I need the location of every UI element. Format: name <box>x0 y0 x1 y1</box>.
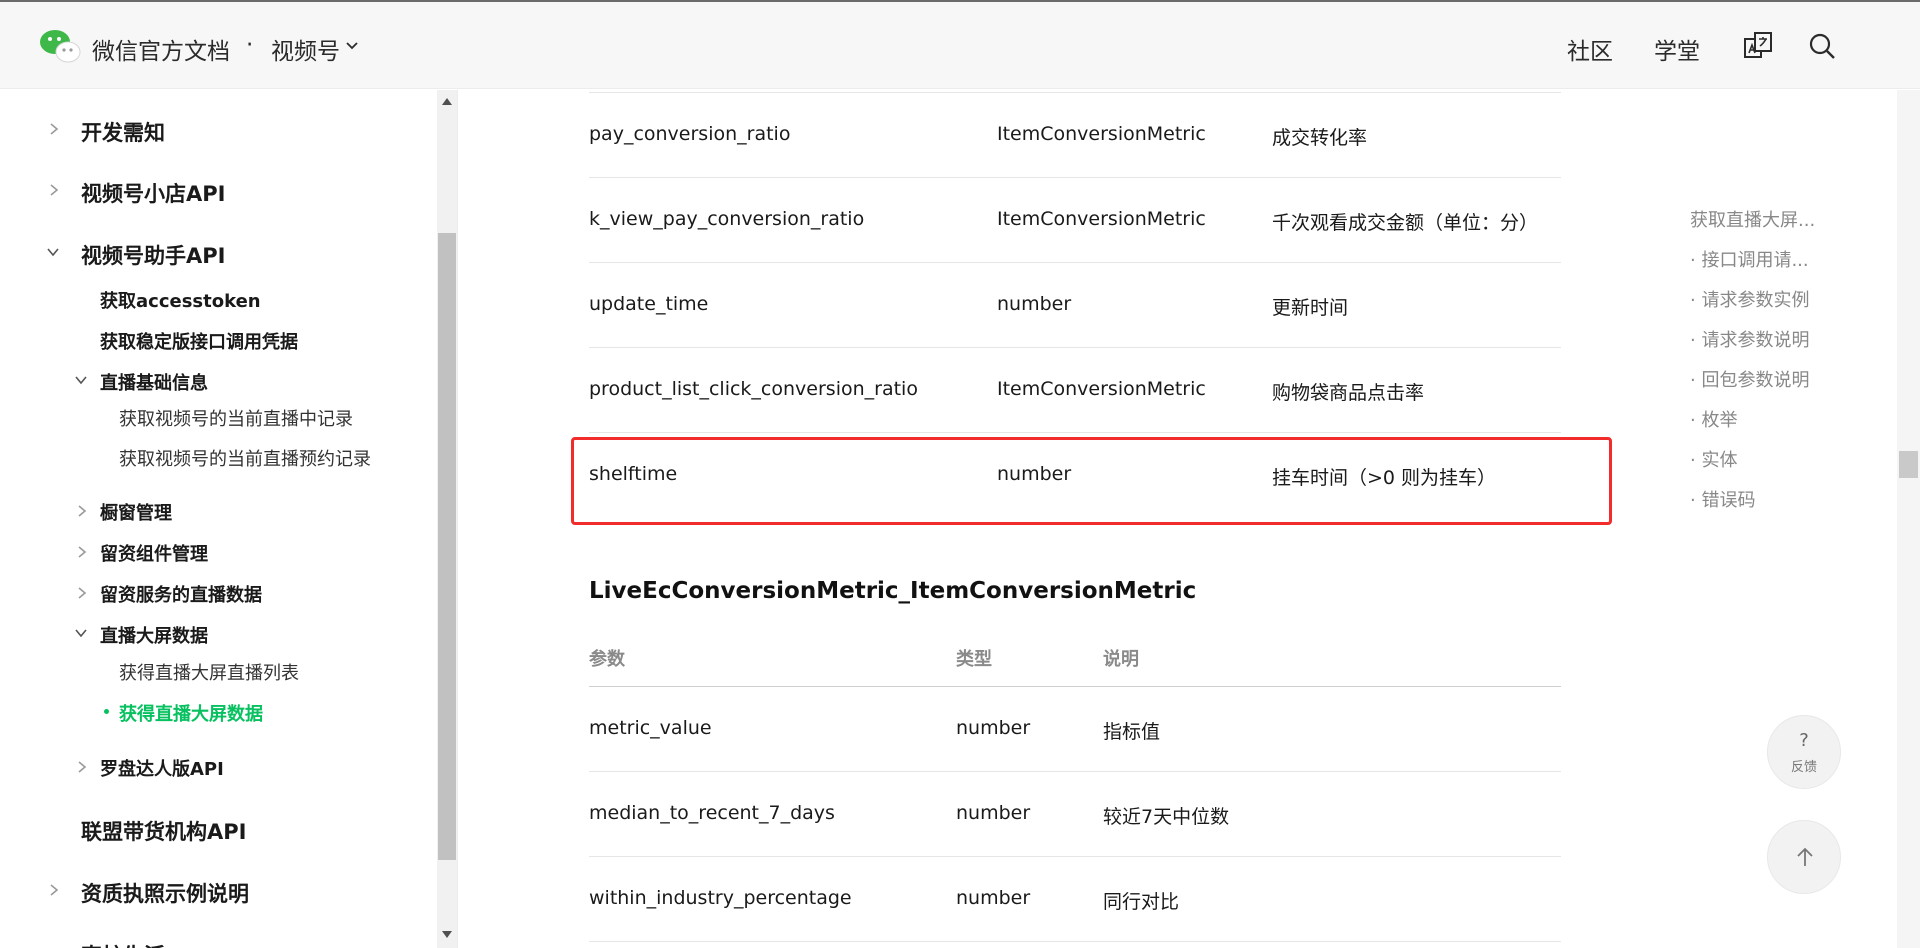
param-name: metric_value <box>589 717 712 739</box>
row-divider <box>589 941 1561 942</box>
sidebar-item-live-current[interactable]: 获取视频号的当前直播中记录 <box>119 405 353 431</box>
param-type: number <box>956 717 1031 739</box>
sidebar-item-local-life[interactable]: 直桩生活 <box>81 940 165 948</box>
param-desc: 购物袋商品点击率 <box>1272 382 1425 404</box>
param-type: number <box>997 293 1072 315</box>
sidebar-item-bigscreen-data[interactable]: 获得直播大屏数据 <box>119 700 263 726</box>
sidebar-item-leads-live-data[interactable]: 留资服务的直播数据 <box>100 581 262 607</box>
toc-item[interactable]: 获取直播大屏... <box>1690 206 1815 232</box>
sidebar-item-compass-api[interactable]: 罗盘达人版API <box>100 755 224 781</box>
sidebar-divider <box>457 90 458 948</box>
sidebar-item-stable-token[interactable]: 获取稳定版接口调用凭据 <box>100 328 298 354</box>
search-icon[interactable] <box>1806 30 1838 62</box>
sidebar-item-live-reserve[interactable]: 获取视频号的当前直播预约记录 <box>119 445 371 471</box>
param-type: number <box>956 887 1031 909</box>
table-header-desc: 说明 <box>1103 649 1139 670</box>
param-desc: 成交转化率 <box>1272 127 1368 149</box>
param-name: pay_conversion_ratio <box>589 123 791 145</box>
sidebar-item-shop-api[interactable]: 视频号小店API <box>81 178 225 208</box>
param-name: product_list_click_conversion_ratio <box>589 378 918 400</box>
chevron-right-icon[interactable] <box>47 883 61 897</box>
row-divider <box>589 432 1561 433</box>
param-desc: 同行对比 <box>1103 891 1180 913</box>
param-desc: 较近7天中位数 <box>1103 806 1230 828</box>
wechat-logo-icon[interactable] <box>38 28 82 64</box>
param-desc: 指标值 <box>1103 721 1161 743</box>
toc-item[interactable]: · 回包参数说明 <box>1690 366 1809 392</box>
header-divider <box>589 686 1561 687</box>
product-switcher[interactable]: 视频号 <box>271 32 340 66</box>
scroll-up-icon[interactable] <box>441 96 453 106</box>
chevron-right-icon[interactable] <box>47 183 61 197</box>
sidebar-scroll-thumb[interactable] <box>438 233 456 860</box>
toc-item[interactable]: · 请求参数实例 <box>1690 286 1809 312</box>
param-name: within_industry_percentage <box>589 887 852 909</box>
param-name: update_time <box>589 293 709 315</box>
param-type: ItemConversionMetric <box>997 123 1206 145</box>
highlight-annotation-box <box>571 437 1612 525</box>
row-divider <box>589 177 1561 178</box>
active-dot <box>104 709 109 714</box>
page-scrollbar[interactable] <box>1897 90 1920 948</box>
chevron-down-icon[interactable] <box>74 626 88 640</box>
param-type: ItemConversionMetric <box>997 208 1206 230</box>
row-divider <box>589 771 1561 772</box>
sidebar-item-accesstoken[interactable]: 获取accesstoken <box>100 287 261 313</box>
chevron-down-icon[interactable] <box>46 245 60 259</box>
chevron-right-icon[interactable] <box>75 545 89 559</box>
sidebar-item-assistant-api[interactable]: 视频号助手API <box>81 240 225 270</box>
sidebar-item-leads-component[interactable]: 留资组件管理 <box>100 540 208 566</box>
row-divider <box>589 347 1561 348</box>
feedback-label: 反馈 <box>1790 760 1817 775</box>
top-header: 微信官方文档 · 视频号 社区 学堂 <box>0 0 1920 89</box>
scroll-down-icon[interactable] <box>441 930 453 940</box>
chevron-down-icon[interactable] <box>344 38 360 54</box>
toc-item[interactable]: · 错误码 <box>1690 486 1755 512</box>
toc-item[interactable]: · 枚举 <box>1690 406 1737 432</box>
feedback-button[interactable]: ? 反馈 <box>1767 715 1841 789</box>
toc-item[interactable]: · 接口调用请... <box>1690 246 1809 272</box>
chevron-right-icon[interactable] <box>75 760 89 774</box>
brand-separator: · <box>246 32 254 58</box>
param-name: k_view_pay_conversion_ratio <box>589 208 865 230</box>
sidebar-item-license-example[interactable]: 资质执照示例说明 <box>81 878 249 908</box>
arrow-up-icon <box>1797 847 1813 866</box>
brand-title[interactable]: 微信官方文档 <box>92 32 230 66</box>
table-header-type: 类型 <box>956 649 992 670</box>
toc-item[interactable]: · 请求参数说明 <box>1690 326 1809 352</box>
sidebar-item-bigscreen-list[interactable]: 获得直播大屏直播列表 <box>119 659 299 685</box>
nav-community[interactable]: 社区 <box>1567 32 1613 66</box>
table-header-param: 参数 <box>589 649 625 670</box>
chevron-right-icon[interactable] <box>47 122 61 136</box>
param-desc: 千次观看成交金额（单位：分） <box>1272 212 1539 234</box>
row-divider <box>589 856 1561 857</box>
chevron-right-icon[interactable] <box>75 586 89 600</box>
chevron-down-icon[interactable] <box>74 373 88 387</box>
sidebar-nav: 开发需知 视频号小店API 视频号助手API 获取accesstoken 获取稳… <box>0 90 437 948</box>
nav-academy[interactable]: 学堂 <box>1654 32 1700 66</box>
sidebar-item-window[interactable]: 橱窗管理 <box>100 499 172 525</box>
row-divider <box>589 92 1561 93</box>
param-name: median_to_recent_7_days <box>589 802 835 824</box>
sidebar-item-live-basic[interactable]: 直播基础信息 <box>100 369 208 395</box>
chevron-right-icon[interactable] <box>75 504 89 518</box>
param-desc: 更新时间 <box>1272 297 1349 319</box>
row-divider <box>589 262 1561 263</box>
page-scroll-thumb[interactable] <box>1899 451 1918 478</box>
param-type: number <box>956 802 1031 824</box>
translate-icon[interactable] <box>1742 30 1774 62</box>
sidebar-item-dev-notes[interactable]: 开发需知 <box>81 117 165 147</box>
sidebar-item-bigscreen[interactable]: 直播大屏数据 <box>100 622 208 648</box>
param-type: ItemConversionMetric <box>997 378 1206 400</box>
section-title: LiveEcConversionMetric_ItemConversionMet… <box>589 578 1197 604</box>
question-icon: ? <box>1799 730 1809 751</box>
sidebar-item-alliance-api[interactable]: 联盟带货机构API <box>81 816 246 846</box>
back-to-top-button[interactable] <box>1767 820 1841 894</box>
toc-item[interactable]: · 实体 <box>1690 446 1737 472</box>
